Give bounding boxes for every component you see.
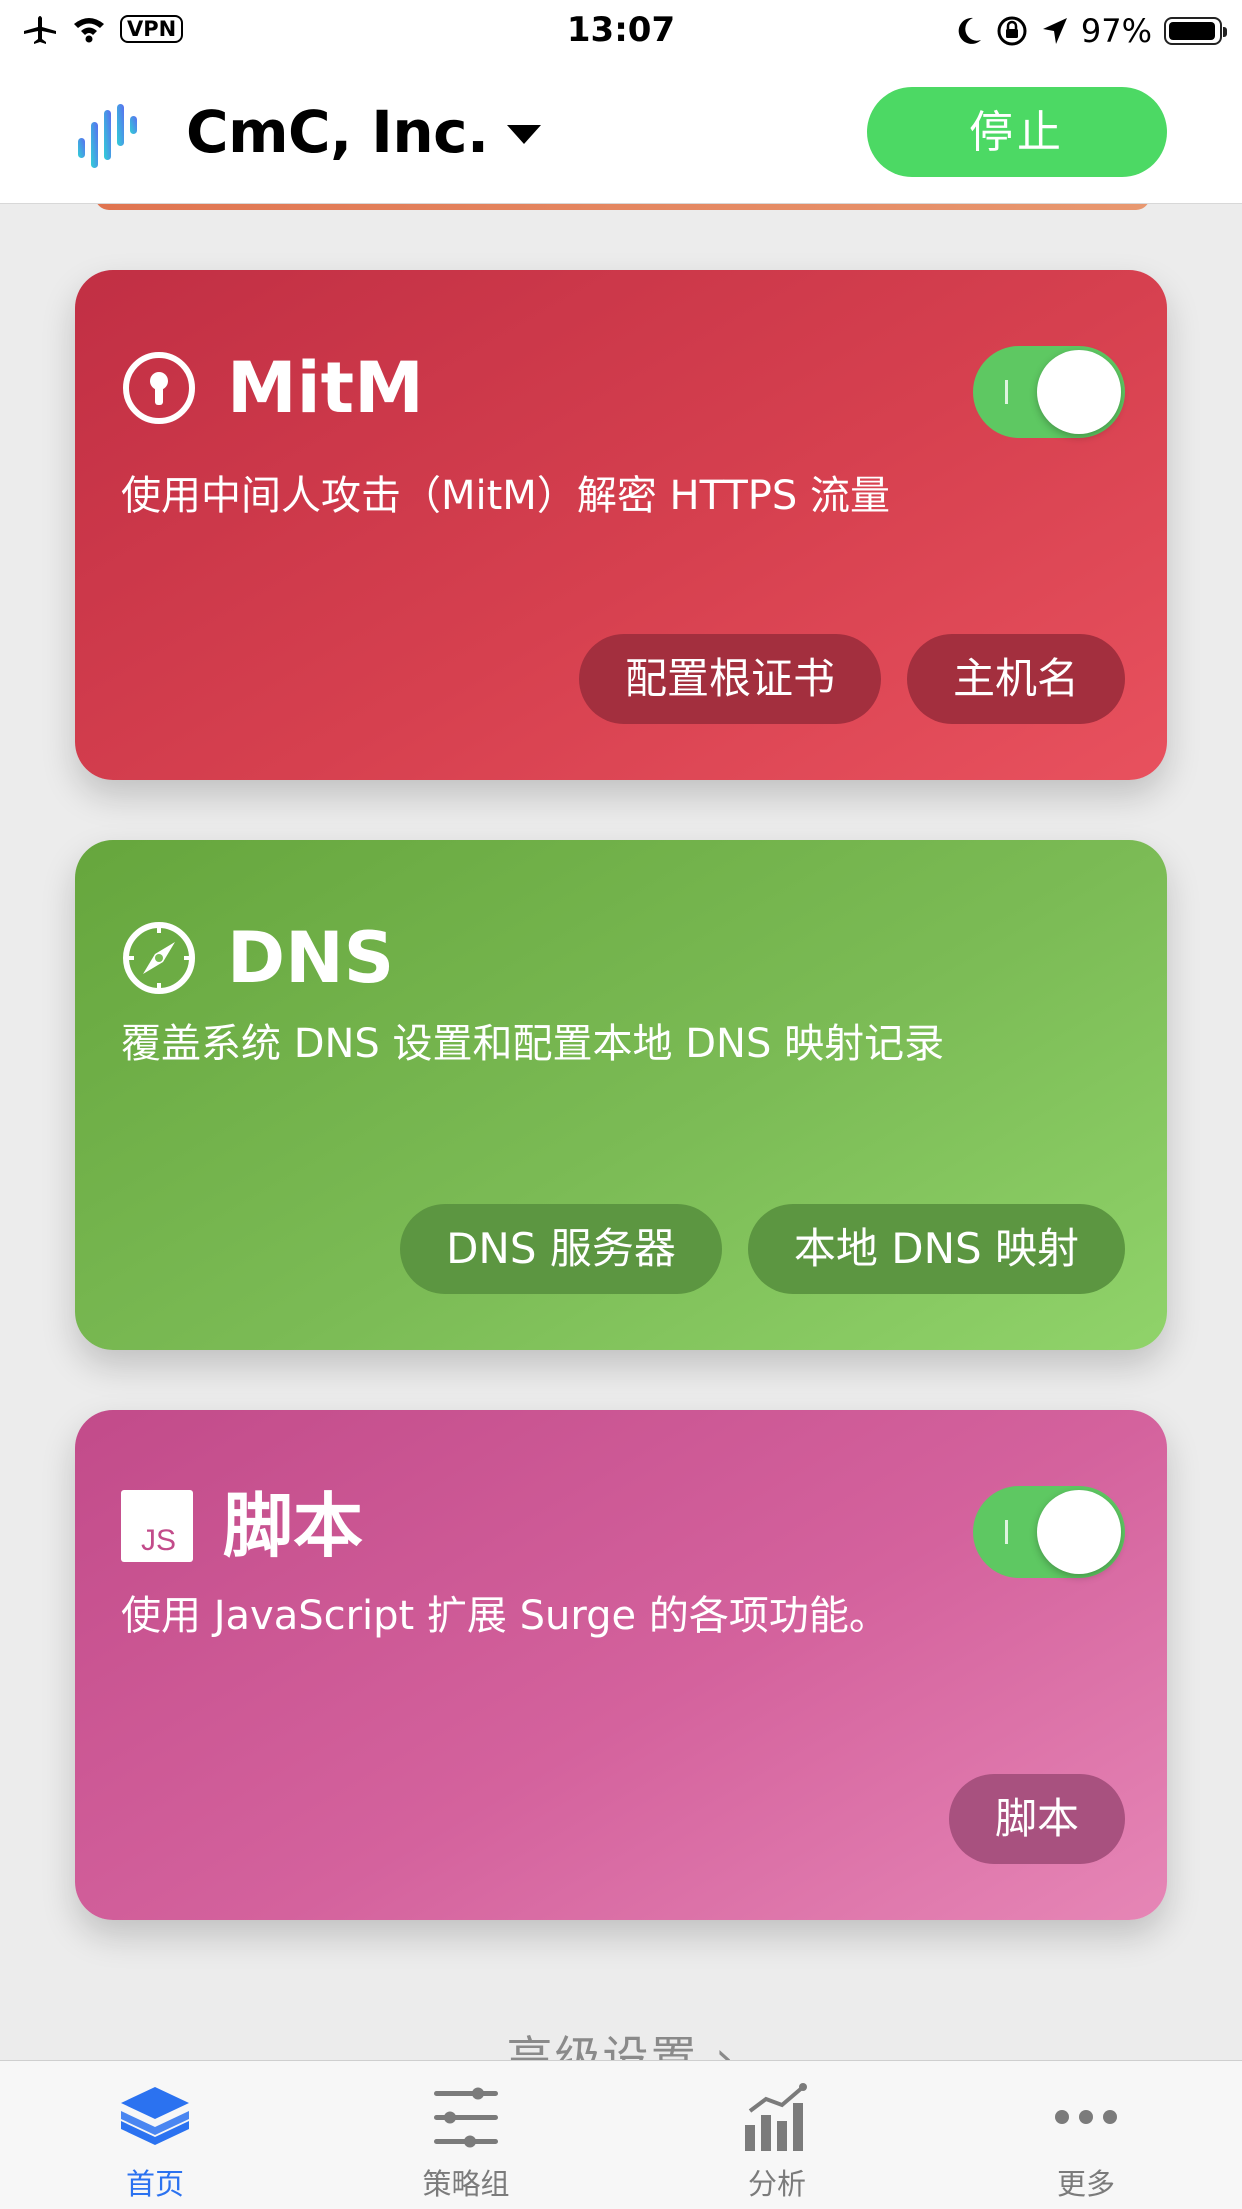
battery-percent: 97% (1080, 12, 1152, 50)
tab-home[interactable]: 首页 (65, 2081, 245, 2203)
dns-title: DNS (227, 917, 395, 999)
local-dns-mapping-button[interactable]: 本地 DNS 映射 (747, 1204, 1125, 1294)
caret-down-icon (506, 124, 541, 144)
script-title: 脚本 (223, 1485, 363, 1567)
toggle-knob (1037, 1490, 1121, 1574)
dns-server-button[interactable]: DNS 服务器 (400, 1204, 722, 1294)
profile-name: CmC, Inc. (186, 98, 489, 166)
profile-selector[interactable]: CmC, Inc. (186, 98, 541, 166)
toggle-on-mark (1005, 1520, 1008, 1544)
layers-icon (121, 2087, 189, 2145)
script-toggle[interactable] (973, 1486, 1125, 1578)
tab-more-label: 更多 (1056, 2167, 1115, 2201)
script-card[interactable]: JS 脚本 使用 JavaScript 扩展 Surge 的各项功能。 脚本 (75, 1410, 1167, 1920)
js-icon: JS (121, 1490, 193, 1562)
status-bar: VPN 13:07 97% (0, 0, 1242, 62)
mitm-actions: 配置根证书 主机名 (578, 634, 1125, 724)
mitm-description: 使用中间人攻击（MitM）解密 HTTPS 流量 (121, 473, 891, 519)
script-description: 使用 JavaScript 扩展 Surge 的各项功能。 (121, 1593, 889, 1639)
configure-root-cert-button[interactable]: 配置根证书 (578, 634, 881, 724)
tab-analytics-label: 分析 (747, 2167, 806, 2201)
rotation-lock-icon (997, 16, 1027, 46)
tab-home-label: 首页 (125, 2167, 184, 2201)
dns-actions: DNS 服务器 本地 DNS 映射 (400, 1204, 1125, 1294)
tab-more[interactable]: 更多 (996, 2081, 1176, 2203)
toggle-on-mark (1005, 380, 1008, 404)
tab-policy-groups-label: 策略组 (422, 2167, 510, 2201)
chart-icon (745, 2083, 807, 2151)
battery-icon (1164, 17, 1227, 45)
surge-logo-icon (78, 104, 137, 168)
dns-card[interactable]: DNS 覆盖系统 DNS 设置和配置本地 DNS 映射记录 DNS 服务器 本地… (75, 840, 1167, 1350)
keyhole-icon (123, 352, 195, 424)
status-right: 97% (955, 12, 1227, 50)
hostname-button[interactable]: 主机名 (906, 634, 1125, 724)
tab-analytics[interactable]: 分析 (687, 2081, 867, 2203)
dns-header: DNS (121, 920, 394, 996)
tab-bar: 首页 策略组 分析 更多 (0, 2060, 1242, 2209)
sliders-icon (434, 2087, 498, 2148)
stop-button[interactable]: 停止 (867, 87, 1167, 177)
dns-description: 覆盖系统 DNS 设置和配置本地 DNS 映射记录 (121, 1021, 945, 1067)
script-header: JS 脚本 (121, 1490, 363, 1562)
toggle-knob (1037, 350, 1121, 434)
script-button[interactable]: 脚本 (948, 1774, 1125, 1864)
mitm-toggle[interactable] (973, 346, 1125, 438)
tab-policy-groups[interactable]: 策略组 (376, 2081, 556, 2203)
compass-icon (123, 922, 195, 994)
nav-bar: CmC, Inc. 停止 (0, 62, 1242, 204)
mitm-title: MitM (227, 347, 424, 429)
mitm-header: MitM (121, 350, 424, 426)
more-icon (1055, 2110, 1117, 2124)
moon-icon (958, 17, 981, 44)
mitm-card[interactable]: MitM 使用中间人攻击（MitM）解密 HTTPS 流量 配置根证书 主机名 (75, 270, 1167, 780)
script-actions: 脚本 (948, 1774, 1125, 1864)
js-badge-text: JS (141, 1524, 176, 1557)
location-arrow-icon (1042, 18, 1067, 44)
